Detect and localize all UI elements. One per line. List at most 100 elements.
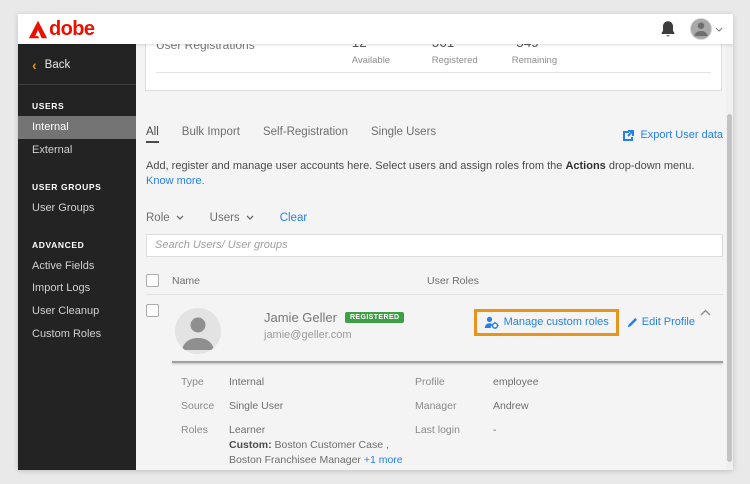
registered-status-badge: REGISTERED xyxy=(344,311,405,323)
detail-label-source: Source xyxy=(181,399,215,412)
adobe-logo[interactable]: dobe xyxy=(28,18,95,40)
tab-self-registration[interactable]: Self-Registration xyxy=(263,126,348,143)
detail-label-last-login: Last login xyxy=(415,423,460,436)
detail-grid: Type Internal Profile employee Source Si… xyxy=(181,375,723,470)
search-input[interactable] xyxy=(146,233,723,257)
user-menu-avatar[interactable] xyxy=(690,18,712,40)
sidebar-item-import-logs[interactable]: Import Logs xyxy=(18,277,136,300)
adobe-logo-text: dobe xyxy=(49,18,95,40)
chevron-down-icon xyxy=(176,215,184,221)
metric-remaining: -549 Remaining xyxy=(512,44,564,66)
detail-value-profile: employee xyxy=(493,375,539,388)
sidebar-divider xyxy=(18,84,136,85)
role-filter-dropdown[interactable]: Role xyxy=(146,212,184,224)
bell-icon[interactable] xyxy=(660,20,676,38)
main-content: User Registrations 12 Available 561 Regi… xyxy=(136,44,733,470)
user-name-line: Jamie Geller REGISTERED xyxy=(264,310,405,325)
table-header: Name User Roles xyxy=(146,274,723,288)
select-all-checkbox[interactable] xyxy=(146,274,159,288)
user-email: jamie@geller.com xyxy=(264,328,352,341)
row-checkbox[interactable] xyxy=(146,303,159,317)
user-menu-chevron-down-icon[interactable] xyxy=(715,27,723,32)
collapse-row-chevron-up-icon[interactable] xyxy=(700,303,711,321)
custom-roles-label: Custom: xyxy=(229,438,272,451)
detail-label-profile: Profile xyxy=(415,375,445,388)
sidebar-section-users: USERS Internal External xyxy=(18,95,136,162)
know-more-link[interactable]: Know more. xyxy=(146,175,205,187)
stats-divider xyxy=(156,72,711,73)
users-filter-label: Users xyxy=(209,211,240,224)
user-registrations-card: User Registrations 12 Available 561 Regi… xyxy=(145,44,722,91)
sidebar-item-user-groups[interactable]: User Groups xyxy=(18,197,136,220)
page-description: Add, register and manage user accounts h… xyxy=(146,159,723,190)
sidebar-item-active-fields[interactable]: Active Fields xyxy=(18,255,136,278)
sidebar-section-title: ADVANCED xyxy=(32,239,85,250)
vertical-scrollbar xyxy=(726,44,733,470)
detail-value-last-login: - xyxy=(493,423,497,436)
chevron-down-icon xyxy=(246,215,254,221)
back-button[interactable]: ‹ Back xyxy=(18,52,136,80)
tabs: All Bulk Import Self-Registration Single… xyxy=(146,126,436,143)
detail-label-manager: Manager xyxy=(415,399,457,412)
user-name-block: Jamie Geller REGISTERED jamie@geller.com xyxy=(264,310,405,341)
detail-value-roles: Learner Custom: Boston Customer Case , Bo… xyxy=(229,423,415,470)
clear-filters-link[interactable]: Clear xyxy=(280,212,307,224)
export-icon xyxy=(623,130,635,141)
column-header-user-roles: User Roles xyxy=(427,274,479,287)
adobe-a-icon xyxy=(28,20,48,38)
scrollbar-thumb[interactable] xyxy=(727,114,732,462)
sidebar-item-external[interactable]: External xyxy=(18,139,136,162)
user-name[interactable]: Jamie Geller xyxy=(264,310,337,325)
avatar-icon xyxy=(175,307,221,354)
export-user-data-link[interactable]: Export User data xyxy=(622,129,723,143)
description-text: drop-down menu. xyxy=(605,160,695,172)
table-row: Jamie Geller REGISTERED jamie@geller.com xyxy=(146,301,723,354)
metric-registered: 561 Registered xyxy=(432,44,484,66)
edit-profile-label: Edit Profile xyxy=(641,316,695,329)
metric-label: Available xyxy=(351,55,391,66)
chevron-left-icon: ‹ xyxy=(32,57,37,73)
metric-value: 12 xyxy=(352,44,404,51)
metric-label: Remaining xyxy=(511,55,558,66)
manage-custom-roles-button[interactable]: Manage custom roles xyxy=(473,308,619,336)
tab-all[interactable]: All xyxy=(146,126,159,143)
export-label: Export User data xyxy=(640,129,723,141)
sidebar-section-title: USERS xyxy=(32,101,65,111)
user-avatar xyxy=(175,307,221,354)
metric-value: 561 xyxy=(432,44,484,51)
more-roles-link[interactable]: +1 more xyxy=(364,454,403,466)
sidebar-item-user-cleanup[interactable]: User Cleanup xyxy=(18,300,136,323)
sidebar: ‹ Back USERS Internal External USER GROU… xyxy=(18,44,136,470)
metric-available: 12 Available xyxy=(352,44,404,66)
detail-label-roles: Roles xyxy=(181,423,208,436)
metric-label: Registered xyxy=(431,55,478,66)
sidebar-item-custom-roles[interactable]: Custom Roles xyxy=(18,323,136,346)
back-label: Back xyxy=(44,59,71,71)
users-filter-dropdown[interactable]: Users xyxy=(210,212,254,224)
metric-value: -549 xyxy=(512,44,564,51)
stats-metrics: 12 Available 561 Registered -549 Remaini… xyxy=(352,44,564,66)
table-header-divider xyxy=(146,293,723,295)
role-learner: Learner xyxy=(229,423,266,436)
sidebar-section-user-groups: USER GROUPS User Groups xyxy=(18,176,136,220)
filters-row: Role Users Clear xyxy=(146,212,723,224)
sidebar-section-title: USER GROUPS xyxy=(32,181,102,192)
person-gear-icon xyxy=(484,316,499,329)
user-details: Type Internal Profile employee Source Si… xyxy=(181,375,723,470)
app-window: dobe ‹ Back USERS Internal External USER… xyxy=(18,14,733,470)
app-body: ‹ Back USERS Internal External USER GROU… xyxy=(18,44,733,470)
pencil-icon xyxy=(627,317,637,327)
detail-value-source: Single User xyxy=(229,399,284,412)
sidebar-section-advanced: ADVANCED Active Fields Import Logs User … xyxy=(18,234,136,346)
top-bar: dobe xyxy=(18,14,733,44)
tab-bulk-import[interactable]: Bulk Import xyxy=(182,126,240,143)
detail-label-type: Type xyxy=(181,375,204,388)
description-text: Add, register and manage user accounts h… xyxy=(146,160,566,172)
row-actions: Manage custom roles Edit Profile xyxy=(473,308,695,336)
description-bold: Actions xyxy=(565,160,606,172)
avatar-icon xyxy=(691,19,711,38)
sidebar-item-internal[interactable]: Internal xyxy=(18,116,136,139)
row-details-divider xyxy=(172,360,723,363)
edit-profile-link[interactable]: Edit Profile xyxy=(627,316,695,328)
tab-single-users[interactable]: Single Users xyxy=(371,126,436,143)
